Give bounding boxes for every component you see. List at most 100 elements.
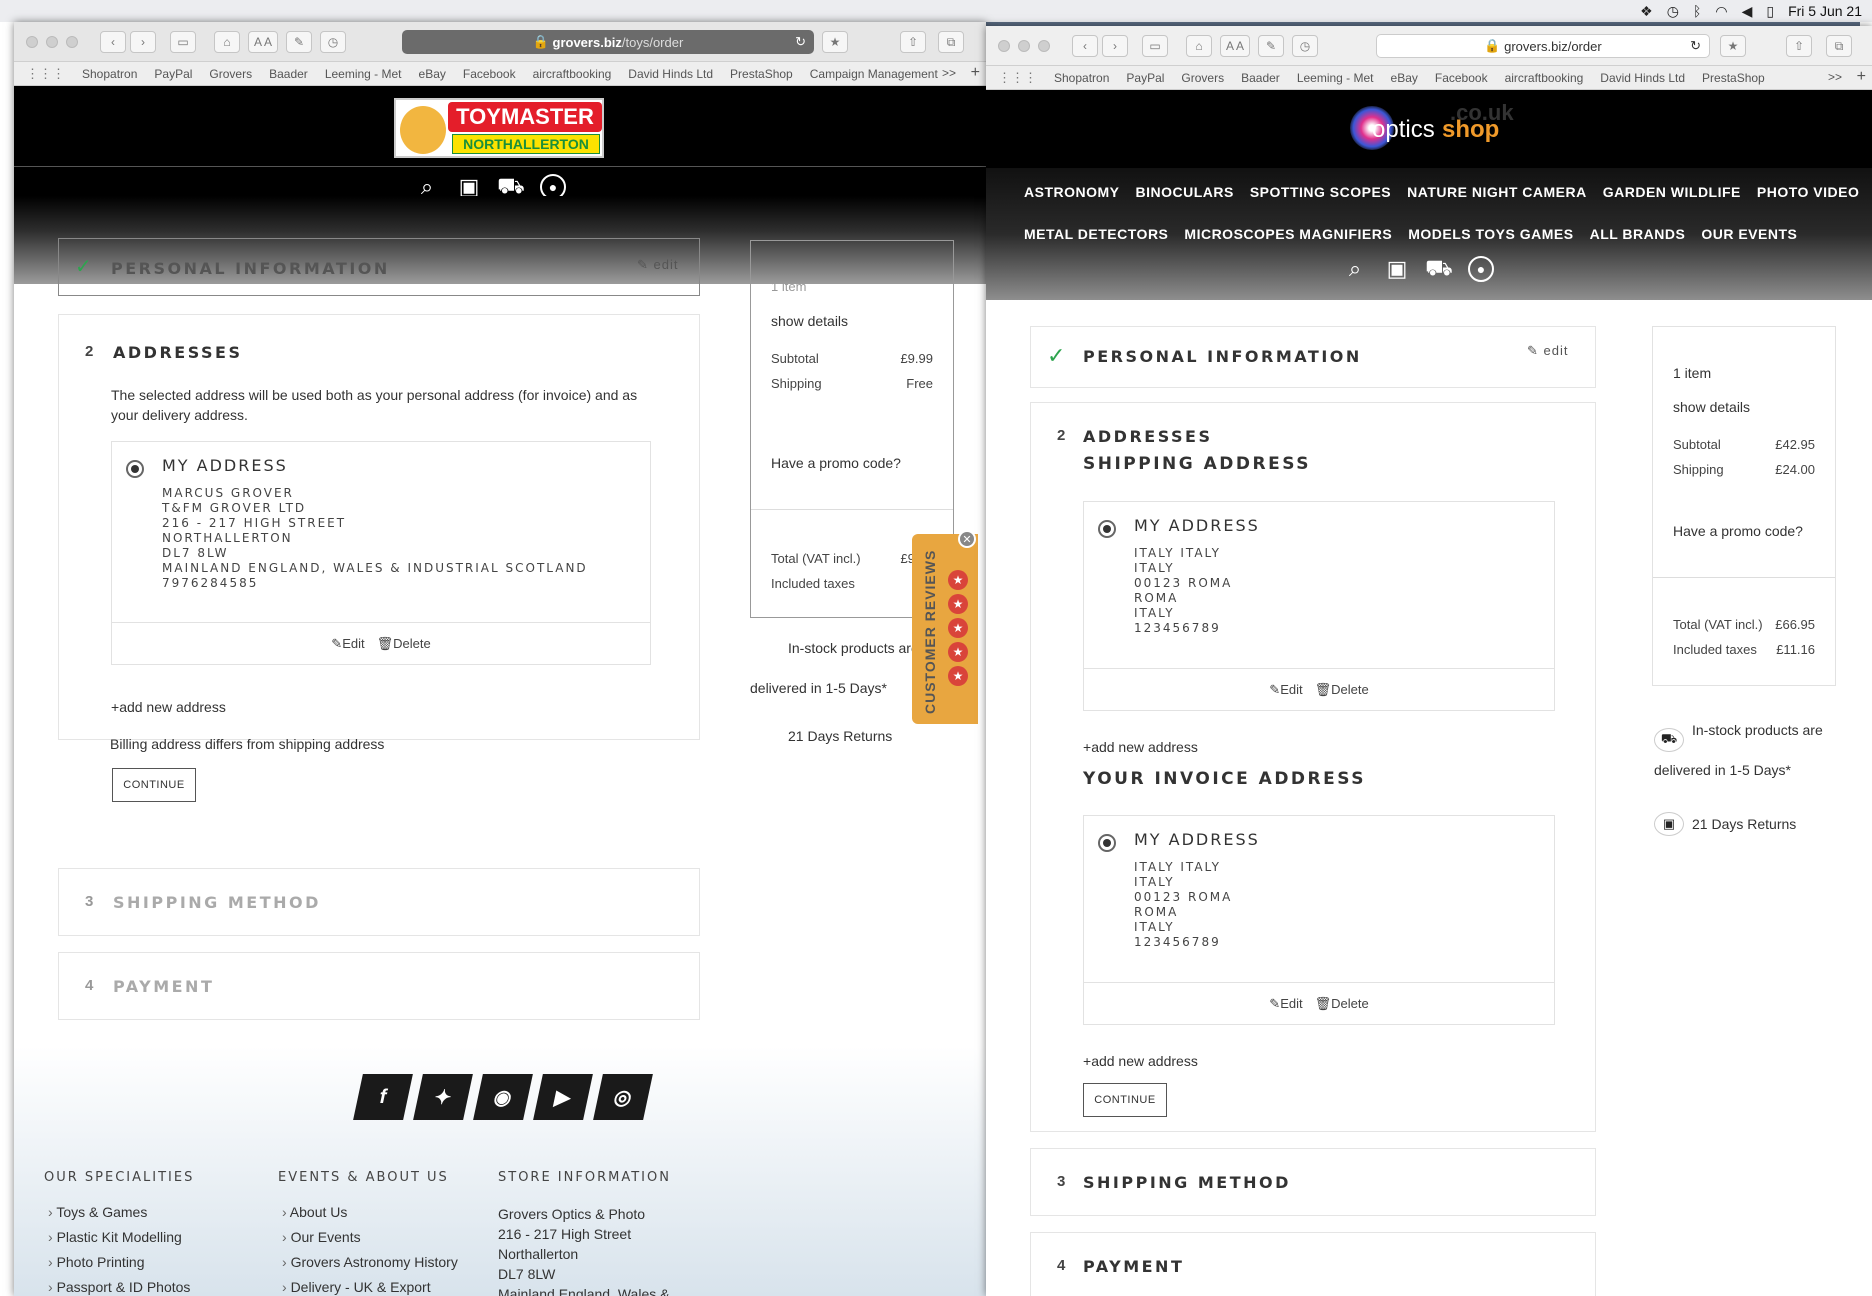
bookmark-item[interactable]: Shopatron (82, 67, 137, 81)
nav-item[interactable]: MODELS TOYS GAMES (1408, 226, 1573, 242)
volume-icon[interactable]: ◀ (1742, 3, 1753, 20)
reload-icon[interactable]: ↻ (795, 34, 806, 50)
nav-item[interactable]: BINOCULARS (1136, 184, 1234, 200)
nav-item[interactable]: OUR EVENTS (1701, 226, 1797, 242)
nav-item[interactable]: PHOTO VIDEO (1757, 184, 1859, 200)
back-button[interactable]: ‹ (100, 30, 126, 53)
footer-link[interactable]: Grovers Astronomy History (282, 1250, 458, 1275)
cart-icon[interactable]: ⛟ (1425, 255, 1453, 282)
youtube-icon[interactable]: ▶ (533, 1074, 593, 1120)
instagram-icon[interactable]: ◎ (593, 1074, 653, 1120)
search-icon[interactable]: ⌕ (1342, 256, 1368, 282)
add-new-address-link[interactable]: +add new address (1083, 739, 1198, 755)
step-personal-information[interactable]: ✓ PERSONAL INFORMATION ✎ edit (58, 238, 700, 296)
footer-link[interactable]: Toys & Games (48, 1200, 190, 1225)
bookmark-item[interactable]: Shopatron (1054, 71, 1109, 85)
address-bar[interactable]: 🔒 grovers.biz/toys/order ↻ (402, 30, 814, 54)
step-payment[interactable]: 4 PAYMENT (1030, 1232, 1596, 1296)
bookmarks-overflow-icon[interactable]: >> (1828, 70, 1842, 84)
share-button[interactable]: ⇧ (1786, 35, 1812, 57)
nav-item[interactable]: GARDEN WILDLIFE (1603, 184, 1741, 200)
edit-address-button[interactable]: ✎Edit (1269, 996, 1302, 1012)
bookmark-item[interactable]: David Hinds Ltd (1600, 71, 1685, 85)
history-button[interactable]: ◷ (1292, 34, 1319, 57)
text-size-button[interactable]: A A (1220, 34, 1251, 57)
sidebar-button[interactable]: ▭ (170, 30, 196, 53)
nav-item[interactable]: SPOTTING SCOPES (1250, 184, 1391, 200)
toymaster-logo[interactable]: TOYMASTER NORTHALLERTON (394, 98, 604, 158)
bookmark-item[interactable]: eBay (1391, 71, 1418, 85)
footer-link[interactable]: Delivery - UK & Export (282, 1275, 458, 1296)
battery-icon[interactable]: ▯ (1766, 3, 1774, 20)
opticsshop-logo[interactable]: optics shop .co.uk (1350, 100, 1514, 156)
step-payment[interactable]: 4 PAYMENT (58, 952, 700, 1020)
sidebar-button[interactable]: ▭ (1142, 34, 1168, 57)
bookmark-item[interactable]: Facebook (1435, 71, 1488, 85)
nav-item[interactable]: MICROSCOPES MAGNIFIERS (1184, 226, 1392, 242)
apps-grid-icon[interactable]: ⋮⋮⋮ (26, 66, 65, 82)
footer-link[interactable]: About Us (282, 1200, 458, 1225)
delete-address-button[interactable]: 🗑Delete (1315, 996, 1369, 1012)
edit-address-button[interactable]: ✎Edit (1269, 682, 1302, 698)
bluetooth-icon[interactable]: ᛒ (1693, 3, 1701, 19)
history-button[interactable]: ◷ (320, 30, 347, 53)
delete-address-button[interactable]: 🗑Delete (377, 636, 431, 652)
twitter-icon[interactable]: ✦ (413, 1074, 473, 1120)
currency-icon[interactable]: ▣ (1384, 256, 1410, 282)
new-tab-icon[interactable]: + (1857, 68, 1866, 86)
bookmark-item[interactable]: David Hinds Ltd (628, 67, 713, 81)
address-card[interactable]: MY ADDRESS MARCUS GROVER T&FM GROVER LTD 2… (111, 441, 651, 665)
close-icon[interactable]: ✕ (958, 530, 976, 548)
continue-button[interactable]: CONTINUE (112, 768, 196, 802)
home-button[interactable]: ⌂ (1186, 34, 1212, 57)
billing-differs-link[interactable]: Billing address differs from shipping ad… (110, 736, 384, 752)
nav-item[interactable]: ALL BRANDS (1590, 226, 1686, 242)
rss-icon[interactable]: ◉ (473, 1074, 533, 1120)
footer-link[interactable]: Passport & ID Photos (48, 1275, 191, 1296)
dropbox-icon[interactable]: ❖ (1640, 3, 1653, 20)
address-radio[interactable] (1098, 520, 1116, 538)
nav-item[interactable]: ASTRONOMY (1024, 184, 1120, 200)
tabs-button[interactable]: ⧉ (1826, 35, 1852, 57)
step-shipping-method[interactable]: 3 SHIPPING METHOD (1030, 1148, 1596, 1216)
home-button[interactable]: ⌂ (214, 30, 240, 53)
bookmarks-overflow-icon[interactable]: >> (942, 66, 956, 80)
show-details-link[interactable]: show details (771, 313, 848, 329)
continue-button[interactable]: CONTINUE (1083, 1083, 1167, 1117)
footer-link[interactable]: Our Events (282, 1225, 458, 1250)
bookmark-item[interactable]: Baader (269, 67, 308, 81)
nav-item[interactable]: METAL DETECTORS (1024, 226, 1168, 242)
account-icon[interactable]: ● (1468, 256, 1494, 282)
bookmark-item[interactable]: PrestaShop (1702, 71, 1765, 85)
nav-item[interactable]: NATURE NIGHT CAMERA (1407, 184, 1587, 200)
bookmark-item[interactable]: Leeming - Met (1297, 71, 1374, 85)
apps-grid-icon[interactable]: ⋮⋮⋮ (998, 70, 1037, 86)
bookmark-star-button[interactable]: ★ (822, 31, 848, 53)
reload-icon[interactable]: ↻ (1690, 38, 1701, 54)
text-size-button[interactable]: A A (248, 30, 279, 53)
tabs-button[interactable]: ⧉ (938, 31, 964, 53)
step-shipping-method[interactable]: 3 SHIPPING METHOD (58, 868, 700, 936)
edit-personal-link[interactable]: ✎ edit (637, 257, 678, 273)
step-personal-information[interactable]: ✓ PERSONAL INFORMATION ✎ edit (1030, 326, 1596, 388)
time-machine-icon[interactable]: ◷ (1667, 3, 1679, 20)
address-radio[interactable] (1098, 834, 1116, 852)
bookmark-item[interactable]: Baader (1241, 71, 1280, 85)
promo-code-link[interactable]: Have a promo code? (771, 455, 901, 471)
back-button[interactable]: ‹ (1072, 34, 1098, 57)
bookmark-star-button[interactable]: ★ (1720, 35, 1746, 57)
new-tab-icon[interactable]: + (971, 64, 980, 82)
bookmark-item[interactable]: eBay (419, 67, 446, 81)
menubar-datetime[interactable]: Fri 5 Jun 21 (1788, 3, 1862, 19)
window-controls[interactable] (998, 39, 1050, 52)
footer-link[interactable]: Photo Printing (48, 1250, 190, 1275)
bookmark-item[interactable]: Facebook (463, 67, 516, 81)
bookmark-item[interactable]: Leeming - Met (325, 67, 402, 81)
invoice-address-card[interactable]: MY ADDRESS ITALY ITALY ITALY 00123 ROMA ROM… (1083, 815, 1555, 1025)
bookmark-item[interactable]: aircraftbooking (533, 67, 612, 81)
bookmark-item[interactable]: PayPal (1126, 71, 1164, 85)
promo-code-link[interactable]: Have a promo code? (1673, 523, 1803, 539)
address-radio[interactable] (126, 460, 144, 478)
bookmark-item[interactable]: Grovers (209, 67, 252, 81)
forward-button[interactable]: › (1102, 34, 1128, 57)
